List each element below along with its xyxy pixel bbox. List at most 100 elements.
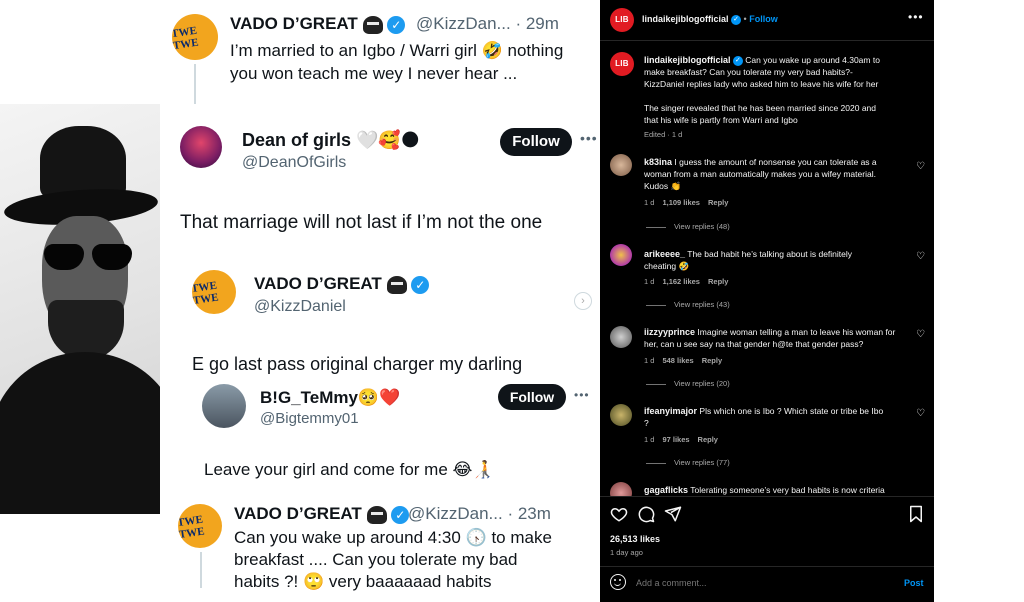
- comment-user[interactable]: arikeeee_: [644, 249, 685, 259]
- like-comment-icon[interactable]: ♡: [916, 162, 926, 172]
- verified-icon: ✓: [387, 15, 406, 34]
- tweet-username[interactable]: B!G_TeMmy🥺❤️: [260, 388, 400, 408]
- commenter-avatar[interactable]: [610, 154, 632, 176]
- more-options-icon[interactable]: •••: [908, 10, 924, 24]
- like-comment-icon[interactable]: ♡: [916, 330, 926, 340]
- left-collage: TWE TWE VADO D’GREAT ✓ @KizzDan... · 29m…: [0, 0, 600, 602]
- more-options-icon[interactable]: •••: [574, 388, 590, 402]
- tweet-handle: @DeanOfGirls: [242, 154, 347, 171]
- verified-icon: ✓: [732, 55, 743, 66]
- tweet-vado-last: TWE TWE VADO D’GREAT ✓ @KizzDan... · 23m…: [160, 494, 600, 602]
- avatar[interactable]: [180, 126, 222, 168]
- caption-line5: that his wife is partly from Warri and I…: [644, 115, 798, 125]
- bookmark-icon[interactable]: [908, 505, 924, 528]
- verified-icon: ✓: [731, 14, 742, 25]
- tweet-text-line1: Can you wake up around 4:30 🕟 to make: [234, 528, 552, 547]
- like-comment-icon[interactable]: ♡: [916, 252, 926, 262]
- right-margin: [934, 0, 1024, 602]
- view-replies-button[interactable]: View replies (48): [646, 222, 730, 231]
- add-comment-input[interactable]: [636, 574, 886, 592]
- lib-logo[interactable]: LIB: [610, 52, 634, 76]
- tweet-username[interactable]: VADO D’GREAT ✓: [254, 274, 430, 294]
- more-options-icon[interactable]: •••: [580, 130, 598, 146]
- verified-icon: ✓: [391, 505, 410, 524]
- ninja-icon: [386, 275, 407, 294]
- follow-button[interactable]: Follow: [500, 128, 572, 156]
- comment-user[interactable]: iizzyyprince: [644, 327, 695, 337]
- commenter-avatar[interactable]: [610, 482, 632, 496]
- tweet-handle-time: @KizzDan... · 23m: [408, 504, 551, 523]
- like-comment-icon[interactable]: ♡: [916, 409, 926, 419]
- share-icon[interactable]: [664, 505, 682, 528]
- comment-likes[interactable]: 548 likes: [662, 356, 693, 365]
- comment-likes[interactable]: 1,109 likes: [662, 198, 700, 207]
- caption-line1: Can you wake up around 4.30am to: [745, 55, 880, 65]
- tweet-username[interactable]: Dean of girls 🤍🥰🌑: [242, 130, 420, 151]
- comments-clip: gagaflicks Tolerating someone’s very bad…: [600, 480, 934, 496]
- caption-user[interactable]: lindaikejiblogofficial: [644, 55, 731, 65]
- tweet-vado-reply: TWE TWE VADO D’GREAT ✓ @KizzDaniel › E g…: [176, 262, 600, 382]
- tweet-top: TWE TWE VADO D’GREAT ✓ @KizzDan... · 29m…: [160, 0, 600, 104]
- comment-likes[interactable]: 1,162 likes: [662, 277, 700, 286]
- tweet-username[interactable]: VADO D’GREAT ✓: [234, 504, 410, 524]
- comment: gagaflicks Tolerating someone’s very bad…: [644, 485, 885, 495]
- comment: iizzyyprince Imagine woman telling a man…: [644, 327, 896, 349]
- emoji-icon[interactable]: [610, 574, 626, 590]
- divider: [600, 496, 934, 497]
- comment-user[interactable]: k83ina: [644, 157, 672, 167]
- divider: [600, 40, 934, 41]
- chevron-right-icon[interactable]: ›: [574, 292, 592, 310]
- avatar[interactable]: TWE TWE: [192, 270, 236, 314]
- tweet-handle: @KizzDaniel: [254, 298, 346, 315]
- comment-user[interactable]: gagaflicks: [644, 485, 688, 495]
- tweet-text: That marriage will not last if I’m not t…: [180, 212, 543, 233]
- post-age: 1 day ago: [610, 548, 643, 557]
- follow-button[interactable]: Follow: [498, 384, 566, 410]
- tweet-text-line2: breakfast .... Can you tolerate my bad: [234, 550, 518, 569]
- verified-icon: ✓: [411, 275, 430, 294]
- comment-likes[interactable]: 97 likes: [662, 435, 689, 444]
- tweet-text: E go last pass original charger my darli…: [192, 354, 523, 374]
- caption-line3: KizzDaniel replies lady who asked him to…: [644, 79, 879, 89]
- comment: k83ina I guess the amount of nonsense yo…: [644, 157, 877, 191]
- comment-meta: 1 d 1,162 likes Reply: [644, 277, 729, 286]
- divider: [600, 566, 934, 567]
- singer-photo: [0, 104, 160, 514]
- follow-link[interactable]: Follow: [749, 14, 778, 24]
- comment-user[interactable]: ifeanyimajor: [644, 406, 697, 416]
- caption-line4: The singer revealed that he has been mar…: [644, 103, 877, 113]
- tweet-text-line2: you won teach me wey I never hear ...: [230, 64, 518, 83]
- tweet-handle-time: @KizzDan... · 29m: [416, 14, 559, 33]
- tweet-username[interactable]: VADO D’GREAT ✓: [230, 14, 406, 34]
- post-button[interactable]: Post: [904, 578, 924, 588]
- heart-icon[interactable]: [610, 505, 628, 528]
- view-replies-button[interactable]: View replies (77): [646, 458, 730, 467]
- commenter-avatar[interactable]: [610, 404, 632, 426]
- reply-button[interactable]: Reply: [702, 356, 722, 365]
- avatar[interactable]: [202, 384, 246, 428]
- comment-meta: 1 d 548 likes Reply: [644, 356, 723, 365]
- commenter-avatar[interactable]: [610, 244, 632, 266]
- avatar[interactable]: TWE TWE: [178, 504, 222, 548]
- tweet-temmy: B!G_TeMmy🥺❤️ @Bigtemmy01 Follow ••• Leav…: [190, 376, 600, 490]
- reply-button[interactable]: Reply: [698, 435, 718, 444]
- caption-line2: make breakfast? Can you tolerate my very…: [644, 67, 853, 77]
- tweet-dean: Dean of girls 🤍🥰🌑 @DeanOfGirls Follow ••…: [160, 108, 600, 258]
- commenter-avatar[interactable]: [610, 326, 632, 348]
- tweet-text-line1: I’m married to an Igbo / Warri girl 🤣 no…: [230, 41, 564, 60]
- tweet-text: Leave your girl and come for me 😂🧑‍🦯: [204, 460, 494, 479]
- lib-logo[interactable]: LIB: [610, 8, 634, 32]
- comment-meta: 1 d 1,109 likes Reply: [644, 198, 729, 207]
- likes-count[interactable]: 26,513 likes: [610, 534, 660, 544]
- view-replies-button[interactable]: View replies (20): [646, 379, 730, 388]
- caption: lindaikejiblogofficial ✓ Can you wake up…: [644, 54, 924, 126]
- ig-header: lindaikejiblogofficial ✓ • Follow: [642, 14, 778, 25]
- account-name[interactable]: lindaikejiblogofficial: [642, 14, 729, 24]
- comment: ifeanyimajor Pls which one is Ibo ? Whic…: [644, 406, 884, 428]
- avatar[interactable]: TWE TWE: [172, 14, 218, 60]
- reply-button[interactable]: Reply: [708, 198, 728, 207]
- thread-line: [200, 552, 202, 588]
- comment-icon[interactable]: [637, 505, 655, 528]
- view-replies-button[interactable]: View replies (43): [646, 300, 730, 309]
- reply-button[interactable]: Reply: [708, 277, 728, 286]
